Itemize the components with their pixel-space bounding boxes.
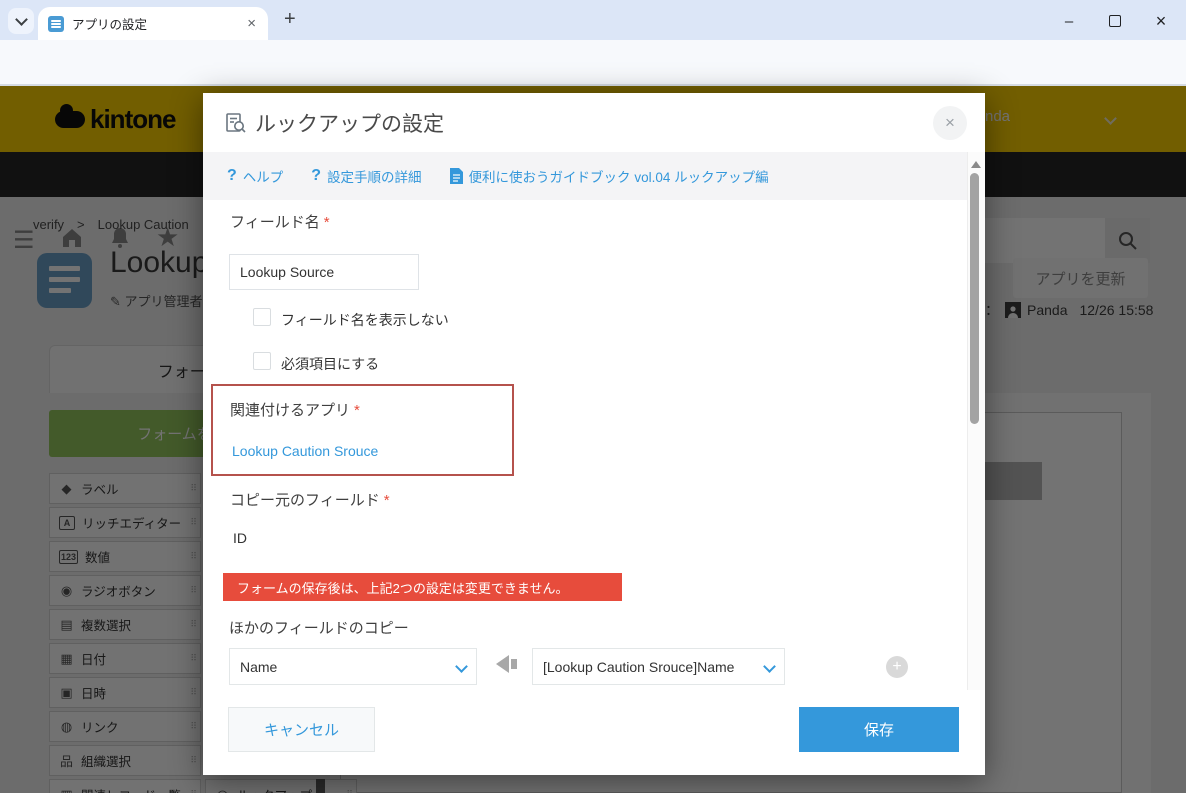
chevron-down-icon — [763, 660, 776, 673]
window-minimize-button[interactable]: – — [1058, 10, 1080, 32]
lookup-settings-dialog: ルックアップの設定 × ? ヘルプ ? 設定手順の詳細 便利に使おうガイドブック v… — [203, 93, 985, 775]
copy-source-value: ID — [233, 530, 247, 546]
copy-source-label: コピー元のフィールド * — [230, 492, 390, 509]
kintone-favicon-icon — [48, 15, 64, 32]
question-icon: ? — [227, 167, 237, 184]
help-links-bar: ? ヘルプ ? 設定手順の詳細 便利に使おうガイドブック vol.04 ルックアップ… — [203, 152, 985, 200]
tab-close-button[interactable]: × — [245, 15, 258, 32]
field-name-input[interactable] — [229, 254, 419, 290]
map-arrow-icon — [496, 655, 517, 673]
browser-tab-strip: アプリの設定 × + – × — [0, 0, 1186, 40]
chevron-down-icon — [14, 13, 28, 26]
help-link[interactable]: ? ヘルプ — [227, 166, 283, 186]
warning-banner: フォームの保存後は、上記2つの設定は変更できません。 — [223, 573, 622, 601]
dialog-scrollbar-thumb[interactable] — [970, 173, 979, 424]
new-tab-button[interactable]: + — [284, 8, 296, 31]
related-app-label: 関連付けるアプリ * — [230, 402, 360, 419]
browser-tab[interactable]: アプリの設定 × — [38, 7, 268, 40]
question-icon: ? — [311, 167, 322, 184]
target-field-dropdown[interactable]: Name — [229, 648, 477, 685]
hide-field-name-label: フィールド名を表示しない — [281, 312, 449, 328]
document-icon — [449, 168, 463, 184]
add-row-button[interactable]: + — [886, 656, 908, 678]
window-close-button[interactable]: × — [1150, 10, 1172, 32]
setup-steps-link[interactable]: ? 設定手順の詳細 — [311, 166, 421, 186]
field-name-label: フィールド名 * — [230, 214, 330, 231]
source-field-dropdown[interactable]: [Lookup Caution Srouce]Name — [532, 648, 785, 685]
related-app-link[interactable]: Lookup Caution Srouce — [232, 443, 378, 459]
window-maximize-button[interactable] — [1104, 10, 1126, 32]
save-button[interactable]: 保存 — [799, 707, 959, 752]
lookup-dialog-icon — [226, 112, 246, 133]
hide-field-name-checkbox[interactable] — [253, 308, 271, 326]
tab-title: アプリの設定 — [72, 18, 148, 32]
chevron-down-icon — [455, 660, 468, 673]
scroll-up-arrow[interactable] — [971, 161, 981, 168]
guidebook-link[interactable]: 便利に使おうガイドブック vol.04 ルックアップ編 — [449, 166, 769, 186]
dialog-title: ルックアップの設定 — [255, 112, 444, 136]
highlight-outline — [211, 384, 514, 476]
dialog-close-button[interactable]: × — [933, 106, 967, 140]
maximize-icon — [1109, 15, 1121, 27]
required-mark: * — [354, 402, 360, 419]
required-field-checkbox[interactable] — [253, 352, 271, 370]
required-mark: * — [383, 492, 390, 509]
other-field-copy-label: ほかのフィールドのコピー — [229, 620, 409, 637]
required-field-label: 必須項目にする — [281, 356, 380, 372]
screen: アプリの設定 × + – × ← → ⟳ ⌂ pandafirm.cybozu.… — [0, 0, 1186, 793]
browser-toolbar: ← → ⟳ ⌂ pandafirm.cybozu.com/k/admin/app… — [0, 40, 1186, 118]
required-mark: * — [323, 214, 330, 231]
dialog-header: ルックアップの設定 — [203, 93, 985, 152]
cancel-button[interactable]: キャンセル — [228, 707, 375, 752]
tab-search-button[interactable] — [8, 8, 34, 34]
